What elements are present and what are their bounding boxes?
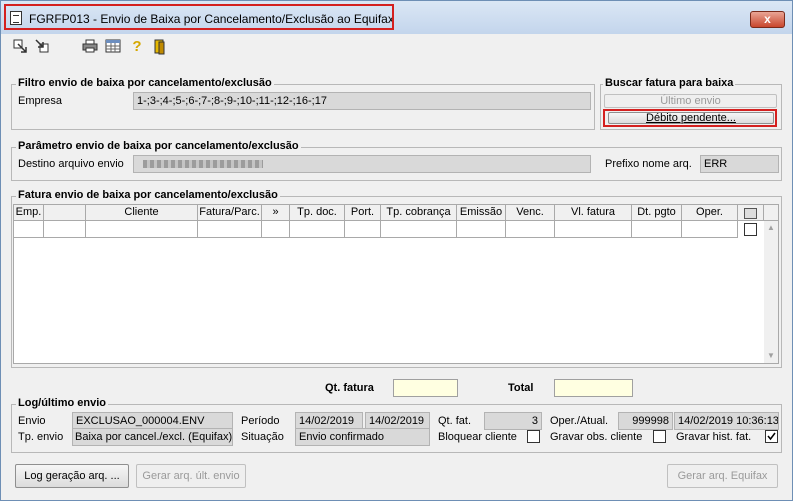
fatura-group-title: Fatura envio de baixa por cancelamento/e… — [16, 189, 280, 201]
qt-fatura-field[interactable] — [393, 379, 458, 397]
col-fatura-parc[interactable]: Fatura/Parc. — [198, 205, 262, 221]
table-cell[interactable] — [86, 221, 198, 238]
table-cell[interactable] — [682, 221, 738, 238]
title-highlight-box — [4, 4, 394, 30]
table-cell[interactable] — [345, 221, 381, 238]
table-cell[interactable] — [381, 221, 457, 238]
log-geracao-button[interactable]: Log geração arq. ... — [15, 464, 129, 488]
oper-atual-label: Oper./Atual. — [550, 415, 609, 427]
buscar-group-title: Buscar fatura para baixa — [603, 77, 736, 89]
col-select-all[interactable] — [738, 205, 764, 221]
table-cell[interactable] — [555, 221, 632, 238]
col-emp[interactable]: Emp. — [14, 205, 44, 221]
table-cell[interactable] — [262, 221, 290, 238]
close-button[interactable]: x — [750, 11, 785, 28]
destino-field[interactable] — [133, 155, 591, 173]
col-port[interactable]: Port. — [345, 205, 381, 221]
gravar-obs-label: Gravar obs. cliente — [550, 431, 643, 443]
vertical-scrollbar[interactable]: ▲ ▼ — [764, 221, 778, 363]
empresa-label: Empresa — [18, 95, 63, 107]
total-field[interactable] — [554, 379, 633, 397]
prefixo-field[interactable]: ERR — [700, 155, 779, 173]
scroll-up-icon[interactable]: ▲ — [764, 223, 778, 232]
gravar-hist-checkbox[interactable] — [765, 430, 778, 443]
table-cell[interactable] — [457, 221, 506, 238]
log-group-title: Log/último envio — [16, 397, 108, 409]
table-cell[interactable] — [198, 221, 262, 238]
fatura-table[interactable]: Emp. Cliente Fatura/Parc. » Tp. doc. Por… — [13, 204, 779, 364]
print-icon[interactable] — [82, 39, 98, 55]
import-icon[interactable] — [34, 39, 50, 55]
filtro-group-title: Filtro envio de baixa por cancelamento/e… — [16, 77, 274, 89]
total-label: Total — [508, 382, 534, 394]
gerar-ultimo-envio-button[interactable]: Gerar arq. últ. envio — [136, 464, 246, 488]
destino-label: Destino arquivo envio — [18, 158, 124, 170]
exit-icon[interactable] — [152, 39, 168, 55]
col-blank[interactable] — [44, 205, 86, 221]
periodo-label: Período — [241, 415, 280, 427]
table-cell[interactable] — [506, 221, 555, 238]
col-venc[interactable]: Venc. — [506, 205, 555, 221]
tp-envio-label: Tp. envio — [18, 431, 64, 443]
atual-field[interactable]: 14/02/2019 10:36:13 — [674, 412, 779, 430]
col-tp-cobranca[interactable]: Tp. cobrança — [381, 205, 457, 221]
scroll-down-icon[interactable]: ▼ — [764, 351, 778, 360]
col-expand[interactable]: » — [262, 205, 290, 221]
parametro-group-title: Parâmetro envio de baixa por cancelament… — [16, 140, 301, 152]
table-cell[interactable] — [14, 221, 44, 238]
col-cliente[interactable]: Cliente — [86, 205, 198, 221]
title-bar: FGRFP013 - Envio de Baixa por Cancelamen… — [1, 1, 792, 34]
col-tp-doc[interactable]: Tp. doc. — [290, 205, 345, 221]
col-vl-fatura[interactable]: Vl. fatura — [555, 205, 632, 221]
bloquear-cliente-checkbox[interactable] — [527, 430, 540, 443]
row-checkbox[interactable] — [744, 223, 757, 236]
empresa-field[interactable]: 1-;3-;4-;5-;6-;7-;8-;9-;10-;11-;12-;16-;… — [133, 92, 591, 110]
gravar-obs-checkbox[interactable] — [653, 430, 666, 443]
envio-label: Envio — [18, 415, 46, 427]
table-cell[interactable] — [290, 221, 345, 238]
table-cell[interactable] — [632, 221, 682, 238]
qt-fatura-label: Qt. fatura — [325, 382, 374, 394]
gravar-hist-label: Gravar hist. fat. — [676, 431, 752, 443]
tp-envio-field[interactable]: Baixa por cancel./excl. (Equifax) — [72, 428, 233, 446]
oper-field[interactable]: 999998 — [618, 412, 673, 430]
prefixo-label: Prefixo nome arq. — [605, 158, 692, 170]
situacao-label: Situação — [241, 431, 284, 443]
checkmark-icon — [767, 432, 776, 441]
bloquear-cliente-label: Bloquear cliente — [438, 431, 517, 443]
blurred-path-mask — [143, 160, 263, 168]
spreadsheet-icon[interactable] — [105, 39, 121, 55]
gerar-equifax-button[interactable]: Gerar arq. Equifax — [667, 464, 778, 488]
app-window: FGRFP013 - Envio de Baixa por Cancelamen… — [0, 0, 793, 501]
col-emissao[interactable]: Emissão — [457, 205, 506, 221]
qt-fat-field[interactable]: 3 — [484, 412, 542, 430]
col-dt-pgto[interactable]: Dt. pgto — [632, 205, 682, 221]
qt-fat-label: Qt. fat. — [438, 415, 472, 427]
ultimo-envio-button[interactable]: Último envio — [604, 94, 777, 108]
table-cell[interactable] — [44, 221, 86, 238]
select-all-icon — [744, 208, 757, 219]
help-icon[interactable]: ? — [129, 39, 145, 55]
debito-pendente-highlight — [603, 109, 777, 127]
scroll-corner — [764, 205, 778, 221]
situacao-field[interactable]: Envio confirmado — [295, 428, 430, 446]
export-icon[interactable] — [12, 39, 28, 55]
col-oper[interactable]: Oper. — [682, 205, 738, 221]
